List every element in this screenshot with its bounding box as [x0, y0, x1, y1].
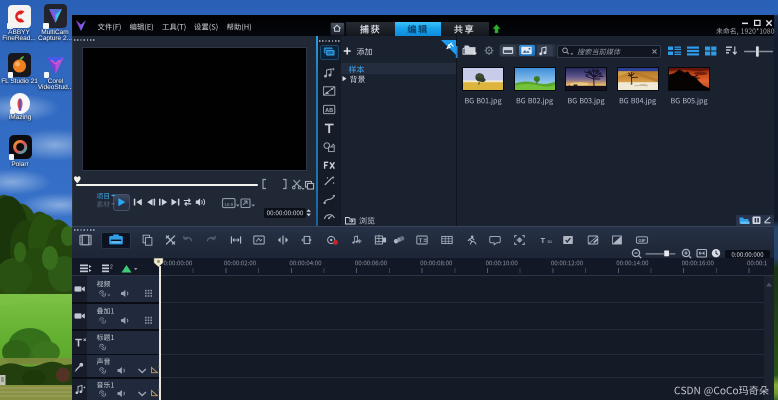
svg-text:16:9: 16:9 — [224, 202, 233, 207]
svg-text:2: 2 — [110, 265, 113, 271]
svg-text:T: T — [419, 238, 423, 244]
svg-text:3D: 3D — [547, 239, 552, 244]
svg-text:T: T — [541, 236, 546, 245]
svg-text:AB: AB — [325, 108, 333, 114]
svg-text:GIF: GIF — [638, 238, 646, 243]
